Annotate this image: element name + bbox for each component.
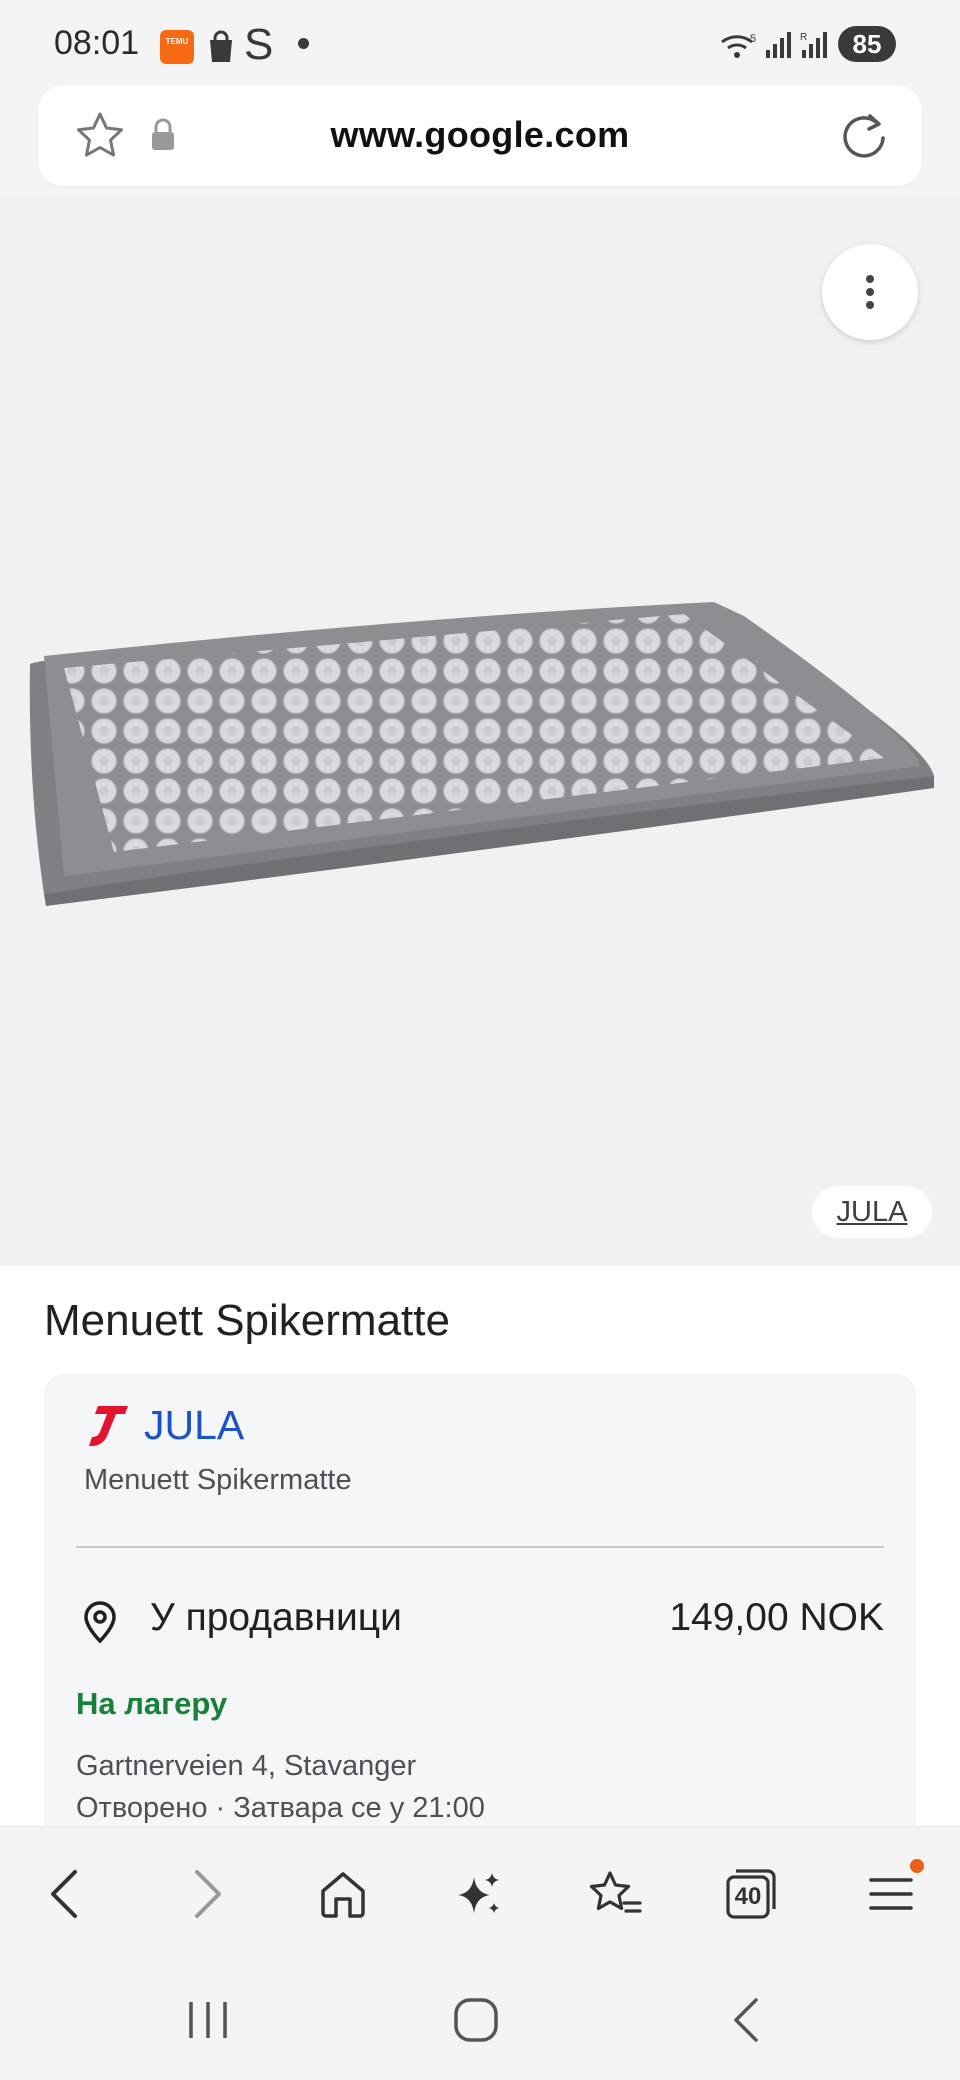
location-pin-icon xyxy=(84,1601,116,1644)
product-title: Menuett Spikermatte xyxy=(44,1296,450,1345)
forward-icon xyxy=(195,1870,221,1918)
recent-apps-icon xyxy=(189,2002,227,2038)
product-image-area[interactable]: JULA xyxy=(0,196,960,1266)
back-icon xyxy=(51,1870,77,1918)
menu-icon xyxy=(869,1878,913,1910)
temu-icon: TEMU xyxy=(160,30,194,64)
jula-logo-icon xyxy=(89,1406,128,1447)
url-bar[interactable]: www.google.com xyxy=(38,86,922,186)
tabs-button[interactable]: 40 xyxy=(716,1859,786,1929)
status-time: 08:01 xyxy=(54,24,140,62)
home-button[interactable] xyxy=(308,1859,378,1929)
home-icon xyxy=(321,1872,365,1918)
merchant-name-link[interactable]: JULA xyxy=(144,1402,244,1449)
divider xyxy=(76,1546,884,1548)
back-button[interactable] xyxy=(30,1859,100,1929)
stock-status: На лагеру xyxy=(76,1686,228,1721)
product-content: Menuett Spikermatte JULA Menuett Spikerm… xyxy=(0,1266,960,1874)
vertical-dots-icon xyxy=(866,275,874,309)
menu-button[interactable] xyxy=(856,1859,926,1929)
notification-dot-icon xyxy=(298,38,309,49)
store-hours: Отворено · Затвара се у 21:00 xyxy=(76,1792,485,1824)
bookmarks-icon xyxy=(589,1871,642,1913)
nav-back-icon xyxy=(734,1998,758,2042)
s-app-icon: S xyxy=(244,20,274,69)
recent-apps-button[interactable] xyxy=(168,1990,248,2050)
bookmarks-button[interactable] xyxy=(580,1859,650,1929)
menu-notification-dot xyxy=(910,1859,924,1873)
reload-icon[interactable] xyxy=(838,110,890,162)
image-source-link[interactable]: JULA xyxy=(812,1186,932,1238)
price: 149,00 NOK xyxy=(669,1596,884,1639)
shopping-bag-icon xyxy=(210,30,232,62)
home-nav-button[interactable] xyxy=(436,1990,516,2050)
ai-assistant-button[interactable] xyxy=(444,1859,514,1929)
offer-card[interactable]: JULA Menuett Spikermatte У продавници 14… xyxy=(44,1374,916,1874)
url-text[interactable]: www.google.com xyxy=(38,114,922,156)
tabs-count: 40 xyxy=(734,1883,762,1910)
merchant-product-name: Menuett Spikermatte xyxy=(84,1464,352,1496)
acupressure-mat-image xyxy=(29,602,935,906)
svg-text:R: R xyxy=(800,32,807,43)
browser-toolbar: 40 xyxy=(0,1826,960,1957)
battery-indicator: 85 xyxy=(838,26,896,62)
forward-button[interactable] xyxy=(172,1859,242,1929)
system-nav-bar xyxy=(0,1956,960,2080)
home-circle-icon xyxy=(454,1998,498,2042)
more-options-button[interactable] xyxy=(822,244,918,340)
signal-icon xyxy=(766,32,791,58)
wifi-icon: 5 xyxy=(721,33,756,58)
status-bar: 08:01 TEMU S 5 R 85 xyxy=(0,0,960,88)
screen: 08:01 TEMU S 5 R 85 www.google.com JULA … xyxy=(0,0,960,2080)
svg-text:5: 5 xyxy=(750,33,756,45)
nav-back-button[interactable] xyxy=(706,1990,786,2050)
ai-sparkle-icon xyxy=(458,1873,499,1913)
in-store-label: У продавници xyxy=(150,1596,402,1639)
signal-roaming-icon: R xyxy=(800,32,827,58)
store-address: Gartnerveien 4, Stavanger xyxy=(76,1750,417,1782)
